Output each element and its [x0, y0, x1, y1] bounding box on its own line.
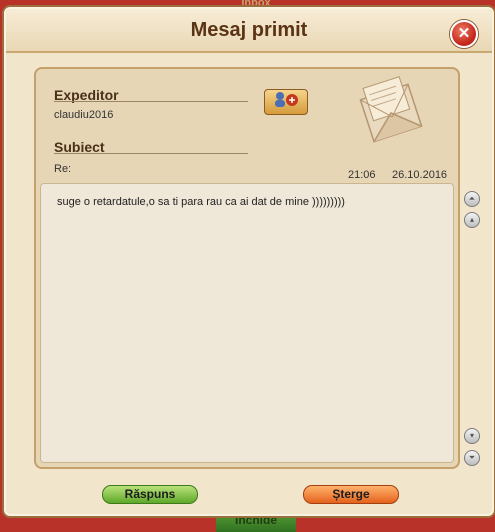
sender-divider: [54, 101, 248, 102]
scroll-up-icon[interactable]: ▴: [464, 212, 480, 228]
message-date: 26.10.2016: [392, 169, 448, 181]
scroll-down-icon[interactable]: ▾: [464, 428, 480, 444]
subject-divider: [54, 153, 248, 154]
view-profile-button[interactable]: [264, 89, 308, 115]
reply-button[interactable]: Răspuns: [102, 485, 198, 504]
message-time: 21:06: [348, 169, 376, 181]
dialog-titlebar: Mesaj primit ✕: [6, 9, 492, 53]
message-dialog: Mesaj primit ✕ Expeditor claudiu2016 Sub…: [2, 5, 495, 518]
subject-value: Re:: [54, 163, 72, 175]
message-body-text: suge o retardatule,o sa ti para rau ca a…: [57, 196, 345, 208]
sender-value[interactable]: claudiu2016: [54, 109, 113, 121]
scroll-bottom-icon[interactable]: ⏷: [464, 450, 480, 466]
scroll-top-icon[interactable]: ⏶: [464, 191, 480, 207]
dialog-title: Mesaj primit: [190, 19, 308, 41]
close-button[interactable]: ✕: [450, 20, 478, 48]
envelope-letter-icon: [356, 73, 426, 151]
message-panel: Expeditor claudiu2016 Subiect Re: 21:06 …: [34, 67, 460, 469]
delete-button[interactable]: Șterge: [303, 485, 399, 504]
message-body-area[interactable]: suge o retardatule,o sa ti para rau ca a…: [40, 183, 454, 463]
user-profile-icon: [271, 92, 301, 111]
